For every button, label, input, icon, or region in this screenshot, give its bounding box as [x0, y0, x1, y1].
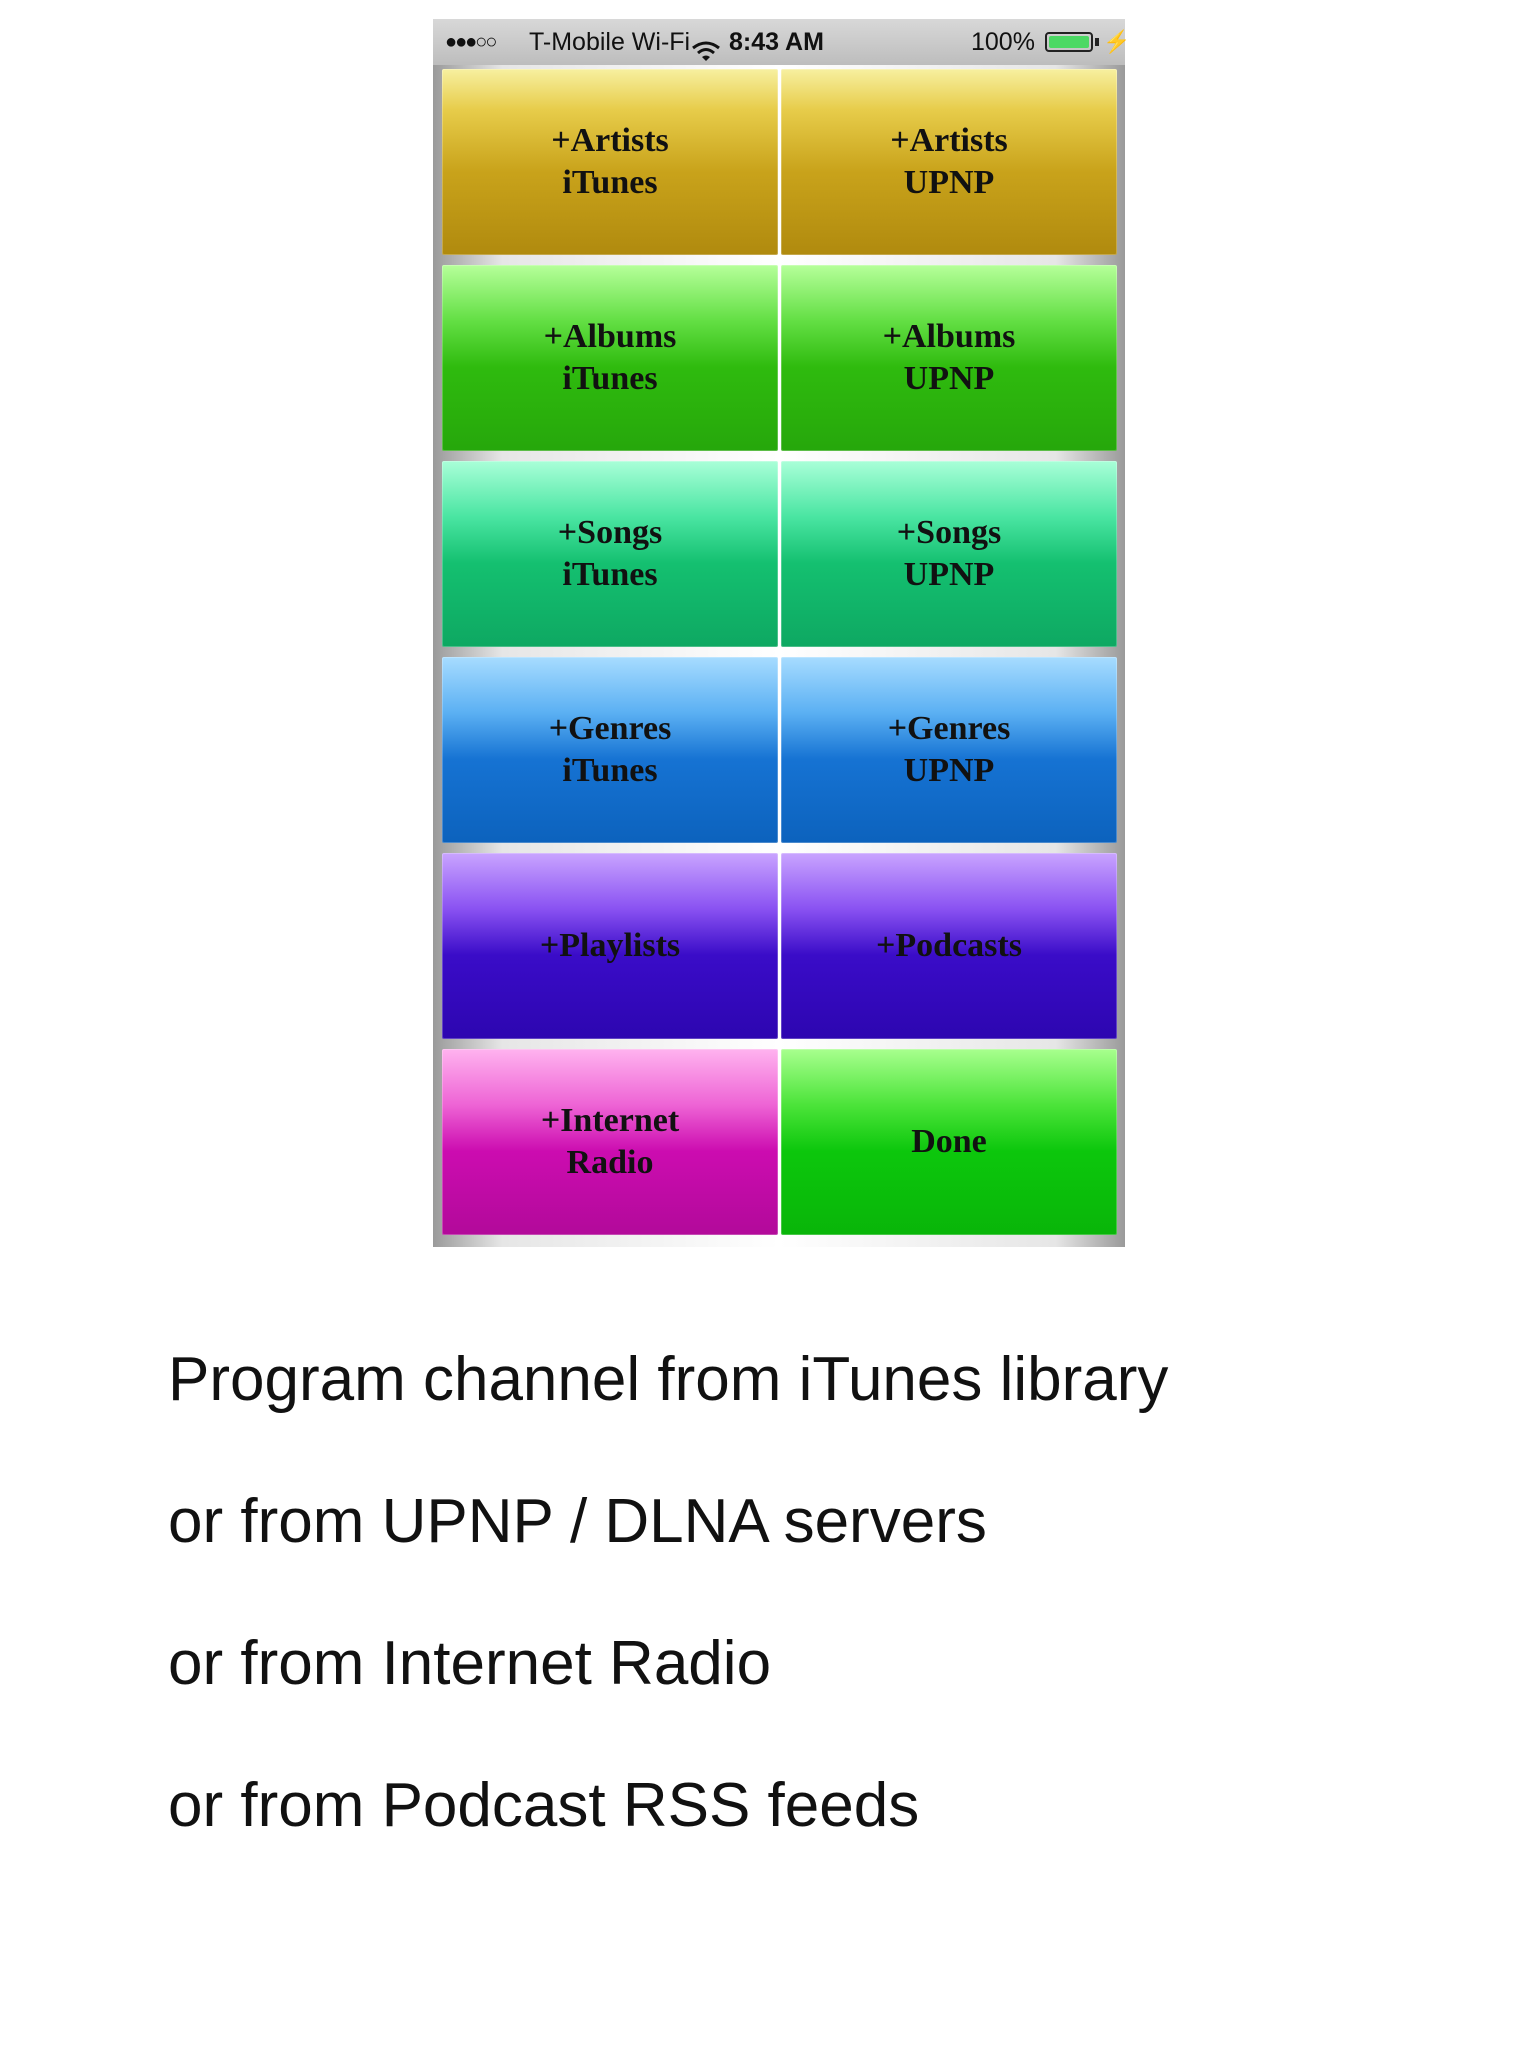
caption-line: or from Internet Radio: [168, 1629, 772, 1698]
caption-text-block: Program channel from iTunes library or f…: [168, 1340, 1468, 1908]
status-bar: ●●●○○ T-Mobile Wi-Fi 8:43 AM 100% ⚡: [433, 19, 1130, 65]
playlists-button[interactable]: +Playlists: [442, 853, 778, 1039]
artists-upnp-button[interactable]: +Artists UPNP: [781, 69, 1117, 255]
genres-itunes-button[interactable]: +Genres iTunes: [442, 657, 778, 843]
caption-line: Program channel from iTunes library: [168, 1345, 1169, 1414]
caption-line: or from Podcast RSS feeds: [168, 1771, 920, 1840]
done-button[interactable]: Done: [781, 1049, 1117, 1235]
battery-percentage: 100%: [971, 28, 1035, 56]
albums-upnp-button[interactable]: +Albums UPNP: [781, 265, 1117, 451]
charging-bolt-icon: ⚡: [1103, 29, 1131, 54]
battery-tip: [1095, 38, 1099, 46]
albums-itunes-button[interactable]: +Albums iTunes: [442, 265, 778, 451]
caption-line: or from UPNP / DLNA servers: [168, 1487, 987, 1556]
podcasts-button[interactable]: +Podcasts: [781, 853, 1117, 1039]
artists-itunes-button[interactable]: +Artists iTunes: [442, 69, 778, 255]
genres-upnp-button[interactable]: +Genres UPNP: [781, 657, 1117, 843]
signal-strength-icon: ●●●○○: [445, 31, 497, 53]
internet-radio-button[interactable]: +Internet Radio: [442, 1049, 778, 1235]
clock-time: 8:43 AM: [729, 28, 824, 56]
battery-icon: [1045, 32, 1093, 52]
battery-level-fill: [1049, 36, 1089, 48]
songs-upnp-button[interactable]: +Songs UPNP: [781, 461, 1117, 647]
songs-itunes-button[interactable]: +Songs iTunes: [442, 461, 778, 647]
carrier-name: T-Mobile Wi-Fi: [529, 28, 691, 56]
phone-screenshot: ●●●○○ T-Mobile Wi-Fi 8:43 AM 100% ⚡ +Art…: [433, 19, 1130, 1247]
